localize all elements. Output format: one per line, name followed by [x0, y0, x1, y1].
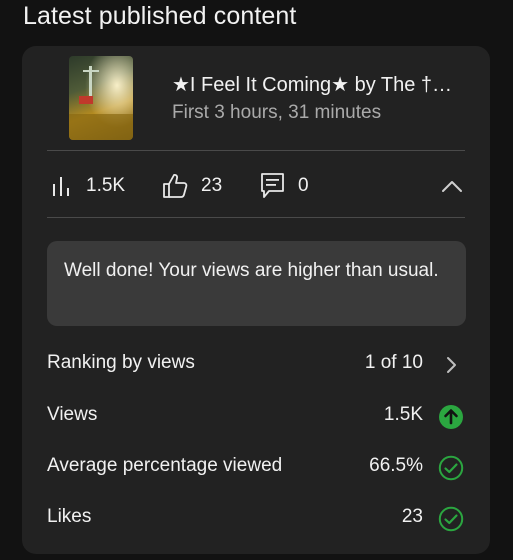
chevron-right-icon[interactable]: [438, 352, 464, 378]
video-title[interactable]: ★I Feel It Coming★ by The †…: [172, 72, 472, 97]
arrow-up-circle-icon: [438, 404, 464, 430]
bar-chart-icon: [50, 175, 74, 197]
likes-stat: 23: [161, 171, 222, 201]
chevron-up-icon: [442, 181, 462, 192]
section-title: Latest published content: [23, 2, 297, 30]
metric-value: 1 of 10: [364, 352, 423, 373]
metric-row-views: Views 1.5K: [22, 394, 490, 438]
metric-value: 1.5K: [383, 404, 423, 425]
views-count: 1.5K: [86, 175, 126, 196]
check-circle-icon: [438, 506, 464, 532]
views-stat: 1.5K: [50, 171, 125, 201]
metric-row-avg-percentage: Average percentage viewed 66.5%: [22, 445, 490, 489]
stats-row: 1.5K 23 0: [22, 151, 490, 217]
collapse-button[interactable]: [436, 171, 468, 201]
likes-count: 23: [201, 175, 223, 196]
video-thumbnail[interactable]: [69, 56, 133, 140]
check-circle-icon: [438, 455, 464, 481]
latest-content-card: ★I Feel It Coming★ by The †… First 3 hou…: [22, 46, 490, 554]
metric-label: Likes: [47, 506, 92, 527]
comments-count: 0: [298, 175, 309, 196]
metric-value: 23: [401, 506, 423, 527]
metric-label: Average percentage viewed: [47, 455, 283, 476]
metric-row-ranking[interactable]: Ranking by views 1 of 10: [22, 342, 490, 386]
metric-value: 66.5%: [369, 455, 423, 476]
comment-icon: [260, 172, 286, 200]
metric-label: Ranking by views: [47, 352, 195, 373]
performance-message-text: Well done! Your views are higher than us…: [64, 260, 439, 281]
video-duration-window: First 3 hours, 31 minutes: [172, 102, 382, 123]
comments-stat: 0: [260, 171, 309, 201]
metric-label: Views: [47, 404, 98, 425]
divider: [47, 217, 465, 218]
thumbs-up-icon: [161, 172, 189, 200]
page: Latest published content ★I Feel It Comi…: [0, 0, 513, 560]
metric-row-likes: Likes 23: [22, 496, 490, 540]
video-header[interactable]: ★I Feel It Coming★ by The †… First 3 hou…: [22, 46, 490, 150]
performance-message: Well done! Your views are higher than us…: [47, 241, 466, 326]
